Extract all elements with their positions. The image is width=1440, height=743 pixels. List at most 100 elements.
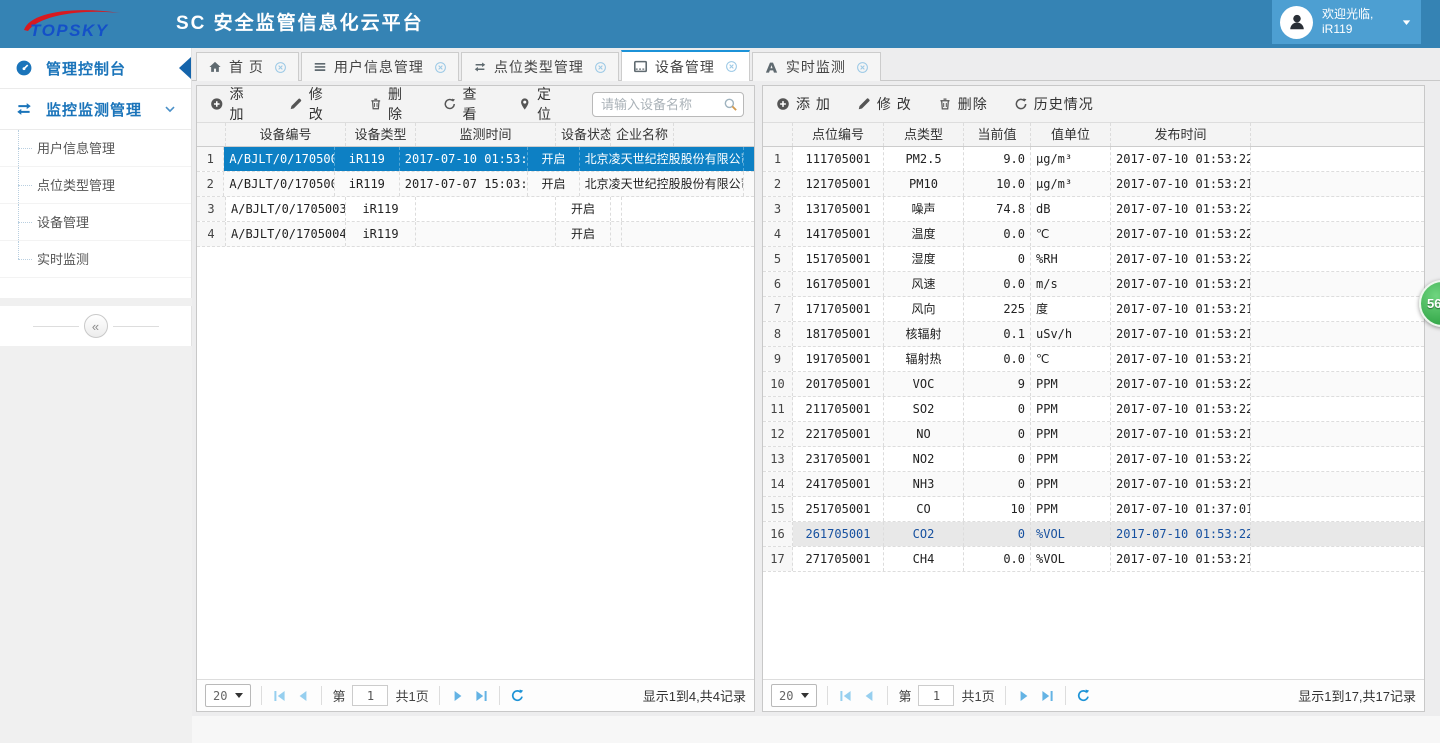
table-row[interactable]: 6161705001风速0.0m/s2017-07-10 01:53:21 xyxy=(763,272,1424,297)
swap-icon xyxy=(473,60,487,74)
table-row[interactable]: 3131705001噪声74.8dB2017-07-10 01:53:22 xyxy=(763,197,1424,222)
table-row[interactable]: 15251705001CO10PPM2017-07-10 01:37:01 xyxy=(763,497,1424,522)
button-label: 修 改 xyxy=(309,84,343,124)
row-filler xyxy=(1251,522,1424,546)
tab-user-info[interactable]: 用户信息管理 xyxy=(301,52,459,81)
table-row[interactable]: 1111705001PM2.59.0μg/m³2017-07-10 01:53:… xyxy=(763,147,1424,172)
sidebar-item-device-mgmt[interactable]: 设备管理 xyxy=(0,204,191,241)
table-row[interactable]: 4A/BJLT/0/1705004iR119开启 xyxy=(197,222,754,247)
trash-icon xyxy=(369,97,383,111)
tab-point-type[interactable]: 点位类型管理 xyxy=(461,52,619,81)
search-input[interactable] xyxy=(592,92,744,117)
tab-home[interactable]: 首 页 xyxy=(196,52,299,81)
add-button[interactable]: 添 加 xyxy=(776,94,831,114)
window-icon xyxy=(633,59,648,74)
next-page-button[interactable] xyxy=(450,688,466,704)
logo-text: TOPSKY xyxy=(30,21,109,40)
search-icon[interactable] xyxy=(723,97,738,112)
dashboard-icon xyxy=(15,59,33,77)
column-header[interactable]: 点类型 xyxy=(884,123,964,146)
reload-icon[interactable] xyxy=(1076,688,1091,703)
page-size-select[interactable]: 20 xyxy=(205,684,251,707)
refresh-icon xyxy=(443,97,457,111)
delete-button[interactable]: 删除 xyxy=(369,84,418,124)
table-row[interactable]: 4141705001温度0.0℃2017-07-10 01:53:22 xyxy=(763,222,1424,247)
prev-page-button[interactable] xyxy=(295,688,311,704)
column-header[interactable]: 设备编号 xyxy=(226,123,346,146)
sidebar-item-user-info[interactable]: 用户信息管理 xyxy=(0,130,191,167)
caret-down-icon xyxy=(801,693,809,698)
sidebar-collapse-bar: « xyxy=(0,306,192,346)
column-header[interactable]: 设备状态 xyxy=(556,123,611,146)
close-icon[interactable] xyxy=(725,60,738,73)
column-header[interactable]: 企业名称 xyxy=(611,123,674,146)
column-header[interactable]: 监测时间 xyxy=(416,123,556,146)
next-page-button[interactable] xyxy=(1016,688,1032,704)
binoculars-icon xyxy=(764,60,779,75)
table-row[interactable]: 3A/BJLT/0/1705003iR119开启 xyxy=(197,197,754,222)
divider xyxy=(1065,686,1066,705)
delete-button[interactable]: 删除 xyxy=(938,94,988,114)
column-header[interactable]: 发布时间 xyxy=(1111,123,1251,146)
close-icon[interactable] xyxy=(434,61,447,74)
table-row[interactable]: 10201705001VOC9PPM2017-07-10 01:53:22 xyxy=(763,372,1424,397)
reload-icon[interactable] xyxy=(510,688,525,703)
divider xyxy=(1005,686,1006,705)
history-button[interactable]: 历史情况 xyxy=(1014,94,1094,114)
tab-device-mgmt[interactable]: 设备管理 xyxy=(621,50,750,81)
table-row[interactable]: 12221705001NO0PPM2017-07-10 01:53:21 xyxy=(763,422,1424,447)
table-row[interactable]: 2A/BJLT/0/1705002iR1192017-07-07 15:03:0… xyxy=(197,172,754,197)
sidebar-item-point-type[interactable]: 点位类型管理 xyxy=(0,167,191,204)
column-header[interactable]: 设备类型 xyxy=(346,123,416,146)
sidebar-item-console[interactable]: 管理控制台 xyxy=(0,48,191,89)
column-header[interactable]: 值单位 xyxy=(1031,123,1111,146)
page-size-select[interactable]: 20 xyxy=(771,684,817,707)
table-row[interactable]: 9191705001辐射热0.0℃2017-07-10 01:53:21 xyxy=(763,347,1424,372)
last-page-button[interactable] xyxy=(1039,688,1055,704)
tab-label: 首 页 xyxy=(229,57,264,77)
row-filler xyxy=(1251,472,1424,496)
table-row[interactable]: 13231705001NO20PPM2017-07-10 01:53:22 xyxy=(763,447,1424,472)
device-pager: 20 第 共1页 显示1到4,共4记录 xyxy=(197,679,754,711)
page-number-input[interactable] xyxy=(352,685,388,706)
page-total-label: 共1页 xyxy=(395,686,428,705)
edit-button[interactable]: 修 改 xyxy=(857,94,912,114)
column-header[interactable]: 当前值 xyxy=(964,123,1031,146)
first-page-button[interactable] xyxy=(838,688,854,704)
close-icon[interactable] xyxy=(856,61,869,74)
view-button[interactable]: 查看 xyxy=(443,84,492,124)
sidebar-item-realtime[interactable]: 实时监测 xyxy=(0,241,191,278)
close-icon[interactable] xyxy=(274,61,287,74)
edit-button[interactable]: 修 改 xyxy=(289,84,342,124)
pencil-icon xyxy=(857,97,871,111)
table-row[interactable]: 2121705001PM1010.0μg/m³2017-07-10 01:53:… xyxy=(763,172,1424,197)
last-page-button[interactable] xyxy=(473,688,489,704)
topsky-logo: TOPSKY xyxy=(16,4,146,44)
table-row[interactable]: 1A/BJLT/0/1705001iR1192017-07-10 01:53:2… xyxy=(197,147,754,172)
pencil-icon xyxy=(289,97,303,111)
tab-realtime[interactable]: 实时监测 xyxy=(752,52,881,81)
table-row[interactable]: 7171705001风向225度2017-07-10 01:53:21 xyxy=(763,297,1424,322)
column-header[interactable]: 点位编号 xyxy=(793,123,884,146)
table-row[interactable]: 14241705001NH30PPM2017-07-10 01:53:21 xyxy=(763,472,1424,497)
close-icon[interactable] xyxy=(594,61,607,74)
table-row[interactable]: 8181705001核辐射0.1uSv/h2017-07-10 01:53:21 xyxy=(763,322,1424,347)
row-filler xyxy=(1251,447,1424,471)
add-button[interactable]: 添 加 xyxy=(210,84,263,124)
divider xyxy=(439,686,440,705)
user-menu[interactable]: 欢迎光临, iR119 xyxy=(1272,0,1421,44)
sidebar-item-monitor[interactable]: 监控监测管理 xyxy=(0,89,191,130)
row-filler xyxy=(744,172,754,196)
grid-header: 设备编号设备类型监测时间设备状态企业名称 xyxy=(197,123,754,147)
table-row[interactable]: 11211705001SO20PPM2017-07-10 01:53:22 xyxy=(763,397,1424,422)
divider xyxy=(321,686,322,705)
table-row[interactable]: 5151705001湿度0%RH2017-07-10 01:53:22 xyxy=(763,247,1424,272)
locate-button[interactable]: 定位 xyxy=(518,84,567,124)
table-row[interactable]: 17271705001CH40.0%VOL2017-07-10 01:53:21 xyxy=(763,547,1424,572)
prev-page-button[interactable] xyxy=(861,688,877,704)
sidebar-collapse-button[interactable]: « xyxy=(84,314,108,338)
first-page-button[interactable] xyxy=(272,688,288,704)
page-number-input[interactable] xyxy=(918,685,954,706)
button-label: 添 加 xyxy=(796,94,831,114)
table-row[interactable]: 16261705001CO20%VOL2017-07-10 01:53:22 xyxy=(763,522,1424,547)
